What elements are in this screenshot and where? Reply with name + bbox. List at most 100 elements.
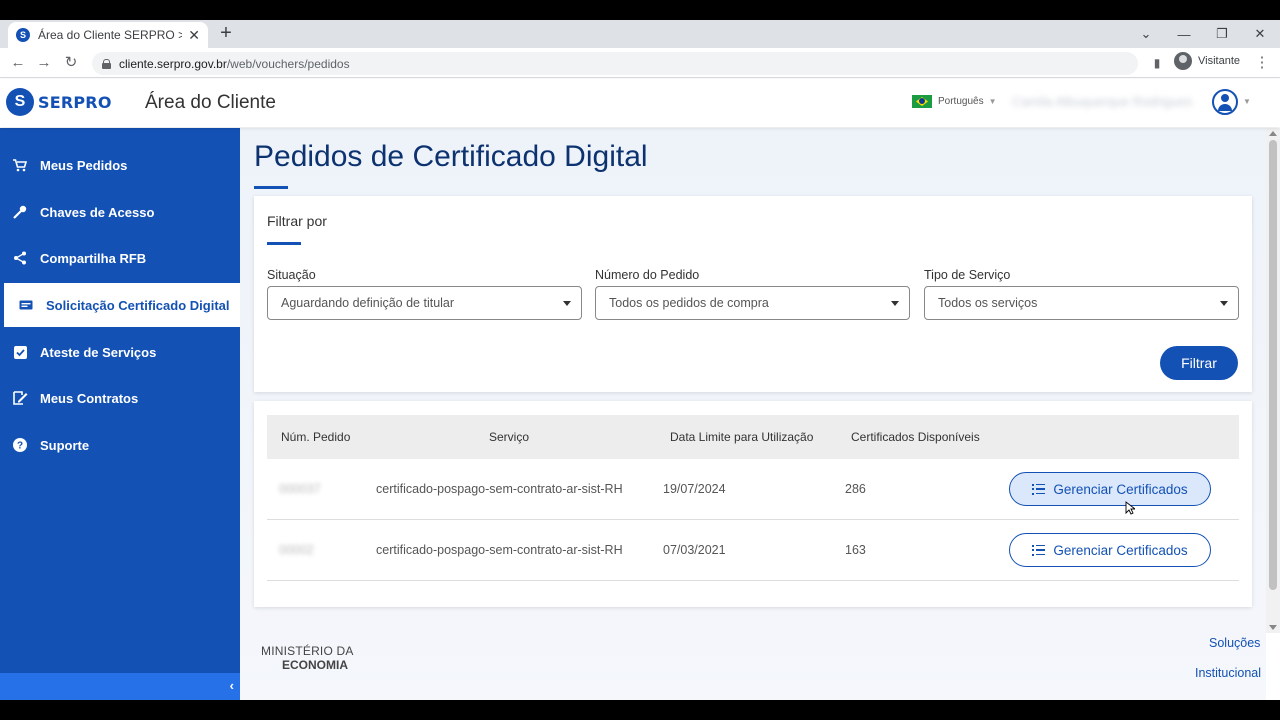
browser-tab[interactable]: S Área do Cliente SERPRO > Pedidos ✕ [8,22,208,48]
forward-arrow-icon[interactable]: → [34,53,54,73]
dropdown-arrow-icon [1220,301,1228,306]
numero-pedido-select[interactable]: Todos os pedidos de compra [595,286,910,320]
cell-servico: certificado-pospago-sem-contrato-ar-sist… [376,543,623,557]
language-label: Português [938,96,984,107]
help-icon: ? [12,437,28,453]
footer-link-institucional[interactable]: Institucional [1195,666,1261,680]
sidebar-item-chaves-de-acesso[interactable]: Chaves de Acesso [0,190,240,234]
app-header: S SERPRO Área do Cliente Português ▼ Cam… [0,79,1280,127]
main-content: Pedidos de Certificado Digital Filtrar p… [240,128,1266,700]
user-account-icon[interactable] [1212,89,1238,115]
scroll-thumb[interactable] [1269,140,1277,590]
browser-menu-icon[interactable]: ⋮ [1252,53,1272,73]
footer-logo-top: MINISTÉRIO DA [261,644,354,658]
tipo-servico-label: Tipo de Serviço [924,268,1011,282]
check-square-icon [12,344,28,360]
key-icon [12,204,28,220]
user-menu-caret-icon[interactable]: ▼ [1243,97,1251,106]
window-close-button[interactable]: ✕ [1241,20,1279,48]
dropdown-arrow-icon [891,301,899,306]
page-title: Pedidos de Certificado Digital [254,140,648,173]
tab-title: Área do Cliente SERPRO > Pedidos [38,28,183,42]
gerenciar-certificados-label: Gerenciar Certificados [1053,542,1188,558]
header-data-limite: Data Limite para Utilização [670,430,814,444]
new-tab-button[interactable]: + [216,23,236,44]
list-icon [1032,483,1046,495]
table-row: 000037 certificado-pospago-sem-contrato-… [267,459,1239,520]
cell-certificados-disponiveis: 286 [845,482,866,496]
gerenciar-certificados-label: Gerenciar Certificados [1053,481,1188,497]
maximize-button[interactable]: ❐ [1203,20,1241,48]
numero-pedido-value: Todos os pedidos de compra [609,296,769,310]
svg-text:?: ? [17,441,23,452]
situacao-label: Situação [267,268,316,282]
serpro-favicon-icon: S [16,28,30,42]
tipo-servico-select[interactable]: Todos os serviços [924,286,1239,320]
back-arrow-icon[interactable]: ← [8,53,28,73]
sidebar-item-compartilha-rfb[interactable]: Compartilha RFB [0,236,240,280]
sidebar-item-label: Suporte [40,437,90,453]
table-row: 00002 certificado-pospago-sem-contrato-a… [267,520,1239,581]
page-scrollbar[interactable] [1266,128,1280,633]
brazil-flag-icon [912,95,932,108]
sidebar-item-solicitacao-certificado-digital[interactable]: Solicitação Certificado Digital [0,283,240,327]
footer-link-solucoes[interactable]: Soluções [1209,636,1260,650]
tipo-servico-value: Todos os serviços [938,296,1038,310]
language-selector[interactable]: Português ▼ [912,95,997,108]
browser-tabstrip: S Área do Cliente SERPRO > Pedidos ✕ + ⌄… [0,20,1280,48]
filter-button[interactable]: Filtrar [1160,346,1238,380]
cell-data-limite: 19/07/2024 [663,482,726,496]
url-host: cliente.serpro.gov.br [119,56,227,71]
header-certificados-disponiveis: Certificados Disponíveis [851,430,980,444]
cart-icon [12,157,28,173]
ministerio-economia-logo: MINISTÉRIO DA ECONOMIA [261,644,354,672]
numero-pedido-label: Número do Pedido [595,268,700,282]
profile-button[interactable]: Visitante [1174,52,1240,70]
sidebar-item-suporte[interactable]: ? Suporte [0,423,240,467]
header-num-pedido: Núm. Pedido [281,430,351,444]
scroll-down-arrow-icon[interactable] [1269,625,1277,630]
scroll-up-arrow-icon[interactable] [1269,131,1277,136]
header-servico: Serviço [489,430,530,444]
gerenciar-certificados-button[interactable]: Gerenciar Certificados [1009,533,1211,567]
screen: S Área do Cliente SERPRO > Pedidos ✕ + ⌄… [0,20,1280,700]
sidebar-item-meus-contratos[interactable]: Meus Contratos [0,376,240,420]
dropdown-arrow-icon [563,301,571,306]
list-icon [1032,544,1046,556]
lock-icon [102,58,111,69]
app-title: Área do Cliente [145,92,276,113]
cell-data-limite: 07/03/2021 [663,543,726,557]
sidebar-item-label: Meus Pedidos [40,157,128,173]
tab-close-icon[interactable]: ✕ [188,27,200,44]
table-header: Núm. Pedido Serviço Data Limite para Uti… [267,415,1239,459]
address-bar[interactable]: cliente.serpro.gov.br/web/vouchers/pedid… [92,52,1138,75]
title-underline [254,186,288,189]
cell-num-pedido: 000037 [279,482,321,496]
tab-search-icon[interactable]: ⌄ [1127,20,1165,48]
certificate-icon [18,297,34,313]
share-icon [12,250,28,266]
sidebar-footer: ‹ [0,673,240,700]
reload-icon[interactable]: ↻ [61,53,81,73]
sidepanel-icon[interactable]: ▮ [1147,53,1167,73]
serpro-logo[interactable]: S SERPRO [6,88,112,116]
filter-card: Filtrar por Situação Aguardando definiçã… [254,196,1252,392]
collapse-sidebar-icon[interactable]: ‹ [230,678,234,693]
serpro-logo-text: SERPRO [38,92,112,112]
footer-logo-bottom: ECONOMIA [282,658,348,672]
sidebar-item-label: Chaves de Acesso [40,204,155,220]
browser-toolbar: ← → ↻ cliente.serpro.gov.br/web/vouchers… [0,48,1280,78]
sidebar-item-label: Solicitação Certificado Digital [46,297,230,313]
cell-certificados-disponiveis: 163 [845,543,866,557]
cell-num-pedido: 00002 [279,543,314,557]
minimize-button[interactable]: — [1165,20,1203,48]
gerenciar-certificados-button[interactable]: Gerenciar Certificados [1009,472,1211,506]
sidebar: Meus Pedidos Chaves de Acesso Compartilh… [0,128,240,700]
language-caret-icon: ▼ [988,97,997,106]
sidebar-item-ateste-de-servicos[interactable]: Ateste de Serviços [0,330,240,374]
situacao-select[interactable]: Aguardando definição de titular [267,286,582,320]
user-name[interactable]: Camila Albuquerque Rodrigues [1012,94,1192,109]
filter-title: Filtrar por [267,213,327,229]
cell-servico: certificado-pospago-sem-contrato-ar-sist… [376,482,623,496]
sidebar-item-meus-pedidos[interactable]: Meus Pedidos [0,143,240,187]
